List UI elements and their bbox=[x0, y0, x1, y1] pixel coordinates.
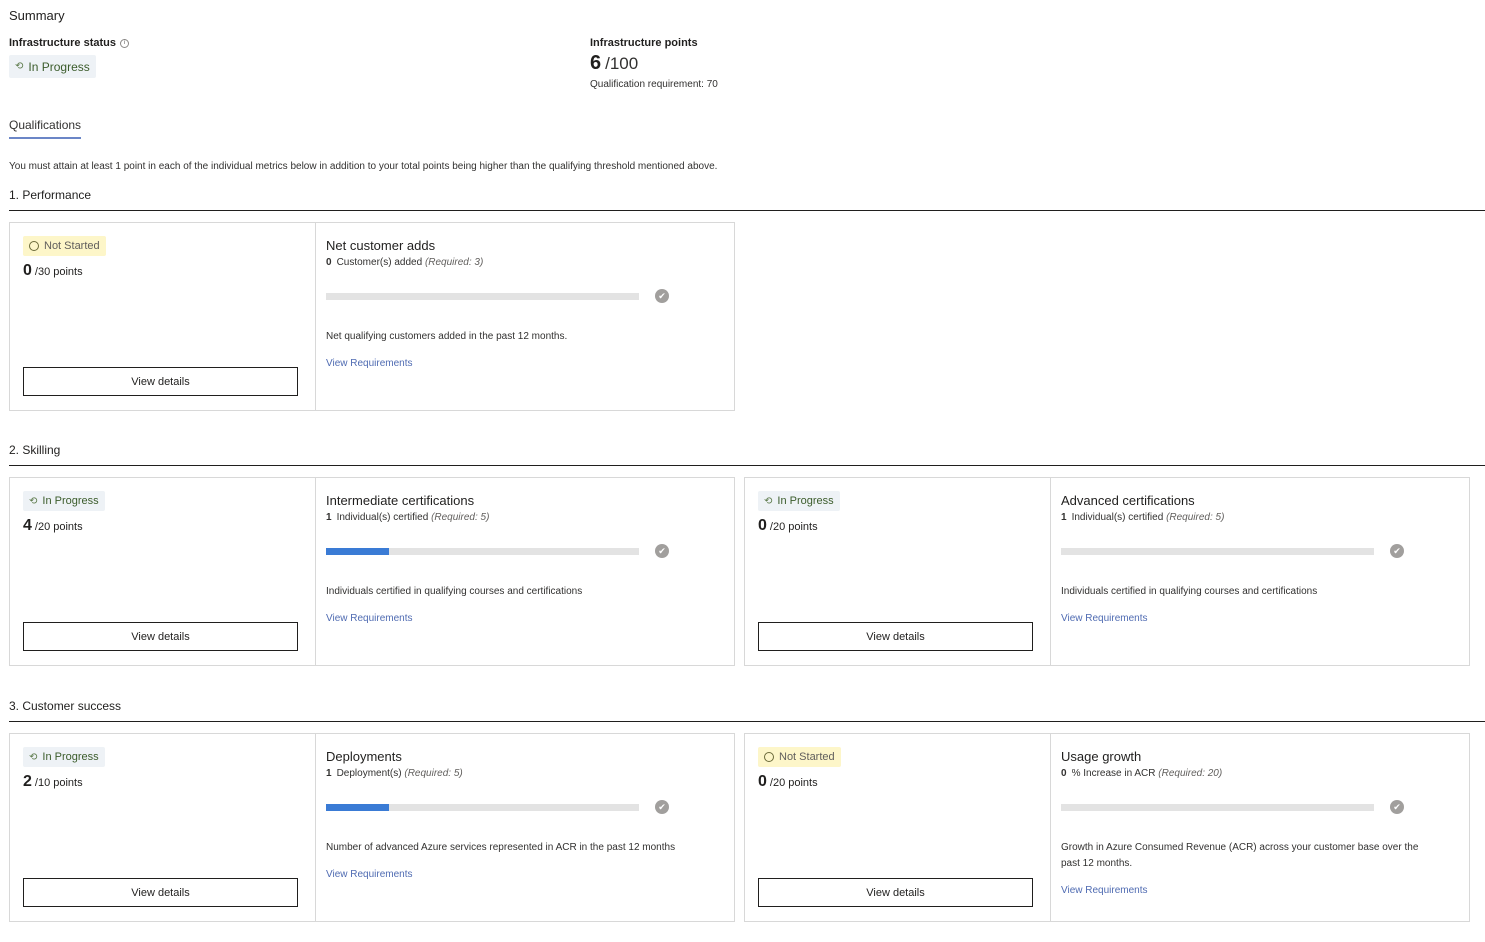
status-badge: ⟲ In Progress bbox=[758, 491, 840, 511]
infrastructure-points-block: Infrastructure points 6 /100 Qualificati… bbox=[590, 37, 718, 90]
metric-unit: Customer(s) added bbox=[336, 257, 423, 268]
points-max: /30 points bbox=[34, 266, 83, 278]
metric-required: (Required: 5) bbox=[431, 512, 490, 523]
metric-unit: Deployment(s) bbox=[336, 768, 402, 779]
infrastructure-points-total: /100 bbox=[605, 54, 639, 73]
checkmark-icon: ✔ bbox=[1390, 800, 1404, 814]
metric-count: 0 bbox=[1061, 768, 1067, 779]
metric-unit: Individual(s) certified bbox=[336, 512, 429, 523]
tab-qualifications[interactable]: Qualifications bbox=[9, 118, 82, 139]
metric-card: ⟲ In Progress 2 /10 points View details … bbox=[9, 733, 735, 922]
checkmark-icon: ✔ bbox=[655, 800, 669, 814]
metric-description: Growth in Azure Consumed Revenue (ACR) a… bbox=[1061, 842, 1419, 869]
section-title-skilling: 2. Skilling bbox=[9, 443, 61, 457]
metric-description: Net qualifying customers added in the pa… bbox=[326, 331, 568, 342]
view-details-button[interactable]: View details bbox=[758, 622, 1033, 651]
metric-count: 1 bbox=[1061, 512, 1067, 523]
view-requirements-link[interactable]: View Requirements bbox=[1061, 885, 1148, 896]
metric-unit: Individual(s) certified bbox=[1071, 512, 1164, 523]
info-icon[interactable]: i bbox=[119, 38, 129, 48]
progress-bar bbox=[326, 803, 639, 811]
in-progress-icon: ⟲ bbox=[15, 61, 24, 72]
not-started-icon bbox=[29, 241, 39, 251]
metric-count: 1 bbox=[326, 768, 332, 779]
infrastructure-status-label: Infrastructure status bbox=[9, 37, 116, 49]
metric-count: 1 bbox=[326, 512, 332, 523]
points-max: /20 points bbox=[769, 777, 818, 789]
metric-card: Not Started 0 /20 points View details Us… bbox=[744, 733, 1470, 922]
progress-fill bbox=[326, 547, 389, 555]
view-requirements-link[interactable]: View Requirements bbox=[326, 358, 413, 369]
metric-card: ⟲ In Progress 4 /20 points View details … bbox=[9, 477, 735, 666]
status-badge: ⟲ In Progress bbox=[23, 491, 105, 511]
points-earned: 0 bbox=[758, 517, 767, 534]
metric-card: ⟲ In Progress 0 /20 points View details … bbox=[744, 477, 1470, 666]
metric-title: Net customer adds bbox=[326, 238, 436, 253]
section-divider bbox=[9, 721, 1485, 722]
status-badge: Not Started bbox=[758, 747, 841, 767]
points-max: /20 points bbox=[769, 521, 818, 533]
view-details-button[interactable]: View details bbox=[23, 622, 298, 651]
section-title-performance: 1. Performance bbox=[9, 188, 92, 202]
metric-description: Individuals certified in qualifying cour… bbox=[1061, 586, 1318, 597]
qualification-requirement: Qualification requirement: 70 bbox=[590, 79, 718, 90]
view-requirements-link[interactable]: View Requirements bbox=[1061, 613, 1148, 624]
progress-bar bbox=[1061, 803, 1374, 811]
checkmark-icon: ✔ bbox=[1390, 544, 1404, 558]
progress-bar bbox=[1061, 547, 1374, 555]
metric-card: Not Started 0 /30 points View details Ne… bbox=[9, 222, 735, 411]
points-earned: 0 bbox=[23, 262, 32, 279]
points-earned: 0 bbox=[758, 773, 767, 790]
section-title-customer-success: 3. Customer success bbox=[9, 699, 122, 713]
metric-unit: % Increase in ACR bbox=[1071, 768, 1156, 779]
view-requirements-link[interactable]: View Requirements bbox=[326, 613, 413, 624]
points-max: /10 points bbox=[34, 777, 83, 789]
infrastructure-points-label: Infrastructure points bbox=[590, 37, 698, 49]
metric-description: Number of advanced Azure services repres… bbox=[326, 842, 676, 853]
metric-title: Usage growth bbox=[1061, 749, 1142, 764]
points-max: /20 points bbox=[34, 521, 83, 533]
progress-bar bbox=[326, 547, 639, 555]
in-progress-icon: ⟲ bbox=[764, 495, 773, 507]
metric-required: (Required: 20) bbox=[1158, 768, 1223, 779]
in-progress-icon: ⟲ bbox=[29, 495, 38, 507]
points-earned: 2 bbox=[23, 773, 32, 790]
status-badge: ⟲ In Progress bbox=[23, 747, 105, 767]
metric-count: 0 bbox=[326, 257, 332, 268]
metric-title: Deployments bbox=[326, 749, 402, 764]
status-badge: Not Started bbox=[23, 236, 106, 256]
view-requirements-link[interactable]: View Requirements bbox=[326, 869, 413, 880]
metric-required: (Required: 5) bbox=[404, 768, 463, 779]
checkmark-icon: ✔ bbox=[655, 544, 669, 558]
view-details-button[interactable]: View details bbox=[758, 878, 1033, 907]
metric-required: (Required: 5) bbox=[1166, 512, 1225, 523]
view-details-button[interactable]: View details bbox=[23, 878, 298, 907]
metric-description: Individuals certified in qualifying cour… bbox=[326, 586, 583, 597]
infrastructure-status-badge: ⟲ In Progress bbox=[9, 55, 96, 78]
checkmark-icon: ✔ bbox=[655, 289, 669, 303]
metric-title: Intermediate certifications bbox=[326, 493, 475, 508]
progress-fill bbox=[326, 803, 389, 811]
not-started-icon bbox=[764, 752, 774, 762]
section-divider bbox=[9, 210, 1485, 211]
section-divider bbox=[9, 465, 1485, 466]
progress-bar bbox=[326, 292, 639, 300]
metric-title: Advanced certifications bbox=[1061, 493, 1195, 508]
view-details-button[interactable]: View details bbox=[23, 367, 298, 396]
qualifications-intro: You must attain at least 1 point in each… bbox=[9, 161, 718, 172]
in-progress-icon: ⟲ bbox=[29, 751, 38, 763]
infrastructure-points-value: 6 bbox=[590, 52, 602, 74]
metric-required: (Required: 3) bbox=[424, 257, 484, 268]
points-earned: 4 bbox=[23, 517, 32, 534]
summary-title: Summary bbox=[9, 8, 65, 23]
infrastructure-status-block: Infrastructure status i ⟲ In Progress bbox=[9, 37, 129, 78]
